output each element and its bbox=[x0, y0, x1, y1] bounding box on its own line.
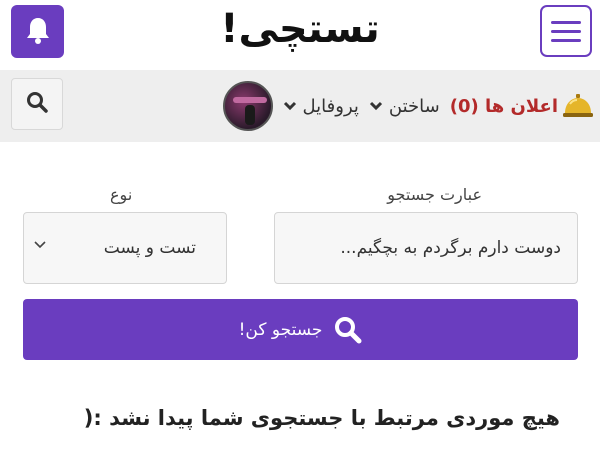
search-icon bbox=[26, 91, 48, 117]
search-icon bbox=[334, 316, 362, 344]
type-label: نوع bbox=[110, 185, 133, 204]
search-submit-label: جستجو کن! bbox=[238, 319, 323, 340]
service-bell-icon[interactable] bbox=[562, 92, 594, 120]
search-phrase-value: دوست دارم برگردم به بچگیم... bbox=[340, 238, 561, 258]
site-logo[interactable]: تستچی! bbox=[0, 6, 600, 52]
type-select-value: تست و پست bbox=[103, 238, 196, 258]
nav-build[interactable]: ساختن bbox=[369, 96, 440, 117]
chevron-down-icon bbox=[34, 241, 46, 249]
avatar[interactable] bbox=[222, 81, 273, 131]
app-header: تستچی! bbox=[0, 0, 600, 70]
search-submit-button[interactable]: جستجو کن! bbox=[23, 299, 578, 360]
nav-items: پروفایل ساختن اعلان ها (0) bbox=[217, 70, 594, 142]
nav-notifications[interactable]: اعلان ها (0) bbox=[450, 96, 558, 117]
nav-profile-label: پروفایل bbox=[302, 95, 359, 117]
chevron-down-icon bbox=[369, 101, 383, 111]
nav-profile[interactable]: پروفایل bbox=[283, 96, 359, 117]
hamburger-menu-icon bbox=[551, 20, 581, 24]
chevron-down-icon bbox=[283, 101, 297, 111]
main-menu-button[interactable] bbox=[540, 5, 592, 57]
nav-bar: پروفایل ساختن اعلان ها (0) bbox=[0, 70, 600, 142]
nav-build-label: ساختن bbox=[388, 95, 440, 117]
empty-results-message: هیچ موردی مرتبط با جستجوی شما پیدا نشد :… bbox=[83, 406, 560, 430]
search-phrase-input[interactable]: دوست دارم برگردم به بچگیم... bbox=[274, 212, 578, 284]
type-select[interactable]: تست و پست bbox=[23, 212, 227, 284]
search-toggle-button[interactable] bbox=[11, 78, 63, 130]
search-phrase-label: عبارت جستجو bbox=[387, 185, 482, 204]
